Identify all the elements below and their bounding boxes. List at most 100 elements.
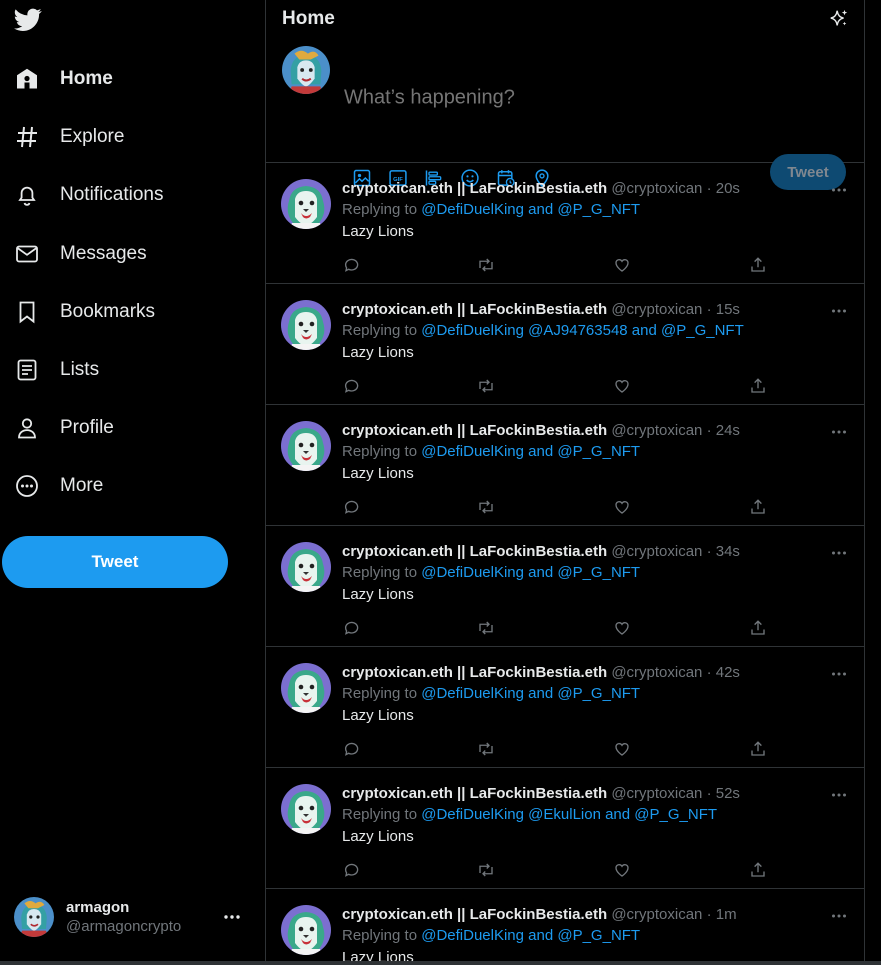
reply-icon[interactable] [342,739,362,759]
retweet-icon[interactable] [476,618,496,638]
like-icon[interactable] [612,497,632,517]
reply-icon[interactable] [342,376,362,396]
tweet-actions [342,739,767,761]
account-switcher[interactable]: armagon @armagoncrypto [0,893,265,941]
tweet-time[interactable]: 42s [716,664,740,681]
nav-item-lists[interactable]: Lists [0,341,265,399]
more-dots-icon[interactable] [830,544,848,562]
more-dots-icon[interactable] [830,907,848,925]
nav-item-more[interactable]: More [0,457,265,515]
sidebar: Home Explore Notifications Messages Book… [0,0,265,965]
retweet-icon[interactable] [476,739,496,759]
share-icon[interactable] [748,255,768,275]
author-handle[interactable]: @cryptoxican [611,906,702,923]
more-dots-icon[interactable] [830,665,848,683]
share-icon[interactable] [748,497,768,517]
nav-item-messages[interactable]: Messages [0,225,265,283]
horizontal-scrollbar[interactable] [0,961,881,965]
avatar[interactable] [281,663,331,713]
avatar[interactable] [281,300,331,350]
reply-mentions[interactable]: @DefiDuelKing and @P_G_NFT [421,443,640,460]
share-icon[interactable] [748,860,768,880]
more-dots-icon[interactable] [830,786,848,804]
tweet-time[interactable]: 24s [716,422,740,439]
tweet-item[interactable]: cryptoxican.eth || LaFockinBestia.eth @c… [266,526,864,647]
avatar[interactable] [281,784,331,834]
nav-item-explore[interactable]: Explore [0,108,265,166]
tweet-content: cryptoxican.eth || LaFockinBestia.eth @c… [342,421,848,485]
reply-icon[interactable] [342,860,362,880]
retweet-icon[interactable] [476,255,496,275]
like-icon[interactable] [612,255,632,275]
author-name[interactable]: cryptoxican.eth || LaFockinBestia.eth [342,543,607,560]
tweet-item[interactable]: cryptoxican.eth || LaFockinBestia.eth @c… [266,768,864,889]
nav-item-profile[interactable]: Profile [0,399,265,457]
more-dots-icon[interactable] [222,907,242,927]
nav-item-bookmarks[interactable]: Bookmarks [0,283,265,341]
replying-to: Replying to @DefiDuelKing and @P_G_NFT [342,441,848,463]
reply-icon[interactable] [342,618,362,638]
author-handle[interactable]: @cryptoxican [611,785,702,802]
author-name[interactable]: cryptoxican.eth || LaFockinBestia.eth [342,301,607,318]
share-icon[interactable] [748,618,768,638]
author-name[interactable]: cryptoxican.eth || LaFockinBestia.eth [342,422,607,439]
tweet-time[interactable]: 20s [716,180,740,197]
share-icon[interactable] [748,376,768,396]
retweet-icon[interactable] [476,860,496,880]
like-icon[interactable] [612,376,632,396]
tweet-item[interactable]: cryptoxican.eth || LaFockinBestia.eth @c… [266,647,864,768]
author-name[interactable]: cryptoxican.eth || LaFockinBestia.eth [342,906,607,923]
avatar[interactable] [281,542,331,592]
retweet-icon[interactable] [476,376,496,396]
reply-icon[interactable] [342,255,362,275]
tweet-time[interactable]: 34s [716,543,740,560]
author-handle[interactable]: @cryptoxican [611,422,702,439]
tweet-item[interactable]: cryptoxican.eth || LaFockinBestia.eth @c… [266,284,864,405]
separator-dot: · [702,301,716,318]
reply-mentions[interactable]: @DefiDuelKing and @P_G_NFT [421,201,640,218]
author-handle[interactable]: @cryptoxican [611,180,702,197]
tweet-item[interactable]: cryptoxican.eth || LaFockinBestia.eth @c… [266,405,864,526]
tweet-header: cryptoxican.eth || LaFockinBestia.eth @c… [342,300,848,320]
avatar[interactable] [281,179,331,229]
more-dots-icon[interactable] [830,423,848,441]
reply-mentions[interactable]: @DefiDuelKing and @P_G_NFT [421,685,640,702]
avatar[interactable] [281,905,331,955]
tweet-actions [342,618,767,640]
reply-mentions[interactable]: @DefiDuelKing @AJ94763548 and @P_G_NFT [421,322,744,339]
author-handle[interactable]: @cryptoxican [611,301,702,318]
avatar[interactable] [281,421,331,471]
author-handle[interactable]: @cryptoxican [611,543,702,560]
author-name[interactable]: cryptoxican.eth || LaFockinBestia.eth [342,180,607,197]
tweet-item[interactable]: cryptoxican.eth || LaFockinBestia.eth @c… [266,889,864,965]
reply-mentions[interactable]: @DefiDuelKing and @P_G_NFT [421,927,640,944]
reply-icon[interactable] [342,497,362,517]
nav-item-label: Notifications [60,184,164,206]
twitter-bird-icon[interactable] [14,8,42,34]
tweet-item[interactable]: cryptoxican.eth || LaFockinBestia.eth @c… [266,163,864,284]
compose-input[interactable] [344,86,744,110]
tweet-button[interactable]: Tweet [2,536,228,588]
author-name[interactable]: cryptoxican.eth || LaFockinBestia.eth [342,664,607,681]
author-name[interactable]: cryptoxican.eth || LaFockinBestia.eth [342,785,607,802]
nav-item-notifications[interactable]: Notifications [0,166,265,224]
tweet-time[interactable]: 15s [716,301,740,318]
more-dots-icon[interactable] [830,181,848,199]
nav-item-home[interactable]: Home [0,50,265,108]
like-icon[interactable] [612,860,632,880]
sparkle-icon[interactable] [828,8,850,30]
reply-mentions[interactable]: @DefiDuelKing and @P_G_NFT [421,564,640,581]
tweet-header: cryptoxican.eth || LaFockinBestia.eth @c… [342,542,848,562]
tweet-time[interactable]: 1m [716,906,737,923]
share-icon[interactable] [748,739,768,759]
like-icon[interactable] [612,739,632,759]
tweet-text: Lazy Lions [342,707,414,724]
author-handle[interactable]: @cryptoxican [611,664,702,681]
more-dots-icon[interactable] [830,302,848,320]
like-icon[interactable] [612,618,632,638]
replying-prefix: Replying to [342,685,418,702]
retweet-icon[interactable] [476,497,496,517]
account-name: armagon [66,899,130,916]
tweet-time[interactable]: 52s [716,785,740,802]
reply-mentions[interactable]: @DefiDuelKing @EkulLion and @P_G_NFT [421,806,717,823]
